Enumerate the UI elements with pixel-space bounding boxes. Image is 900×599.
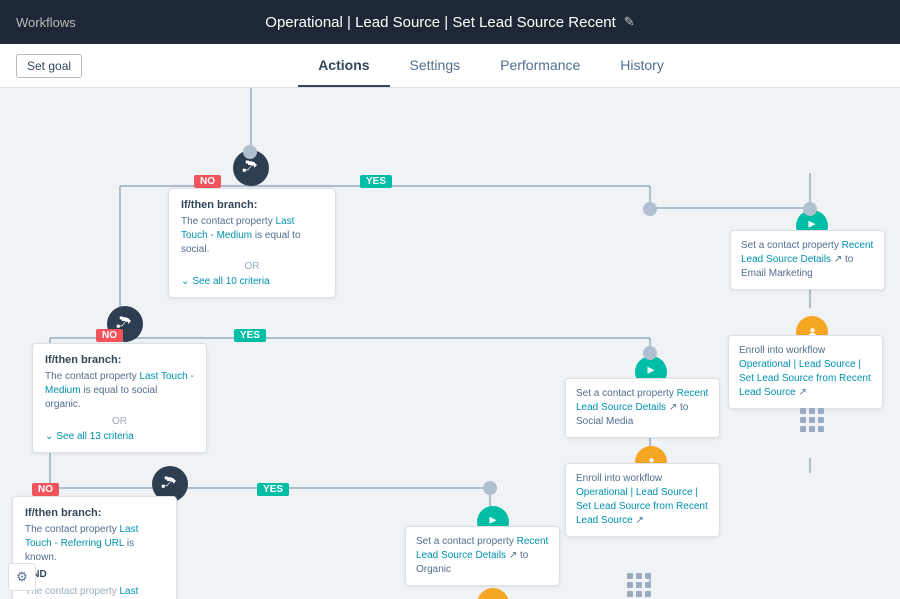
- workflows-back-link[interactable]: Workflows: [16, 15, 76, 30]
- enroll-social-media-text: Enroll into workflow Operational | Lead …: [576, 473, 708, 526]
- branch3-body: The contact property Last Touch - Referr…: [25, 523, 164, 565]
- branch1-no-badge: NO: [194, 175, 221, 188]
- connector-organic: [483, 481, 497, 495]
- set-goal-button[interactable]: Set goal: [16, 54, 82, 78]
- action-email-card[interactable]: Set a contact property Recent Lead Sourc…: [730, 230, 885, 290]
- enroll-email-card[interactable]: Enroll into workflow Operational | Lead …: [728, 335, 883, 409]
- enroll-email-text: Enroll into workflow Operational | Lead …: [739, 345, 871, 398]
- branch2-see-all[interactable]: ⌄ See all 13 criteria: [45, 431, 194, 442]
- branch1-card[interactable]: If/then branch: The contact property Las…: [168, 188, 336, 298]
- branch1-body: The contact property Last Touch - Medium…: [181, 215, 323, 257]
- edit-title-icon[interactable]: ✎: [624, 14, 635, 30]
- tab-performance[interactable]: Performance: [480, 45, 600, 87]
- branch3-card[interactable]: If/then branch: The contact property Las…: [12, 496, 177, 599]
- branch2-no-badge: NO: [96, 329, 123, 342]
- workflow-canvas: If/then branch: The contact property Las…: [0, 88, 900, 599]
- action-email-text: Set a contact property Recent Lead Sourc…: [741, 240, 873, 279]
- connector-top-branch1: [243, 145, 257, 159]
- branch3-body2: The contact property Last Touch - Referr…: [25, 585, 164, 599]
- tab-actions[interactable]: Actions: [298, 45, 389, 87]
- branch1-or: OR: [181, 261, 323, 272]
- branch2-body: The contact property Last Touch - Medium…: [45, 370, 194, 412]
- branch2-yes-badge: YES: [234, 329, 266, 342]
- top-bar: Workflows Operational | Lead Source | Se…: [0, 0, 900, 44]
- branch3-yes-badge: YES: [257, 483, 289, 496]
- gear-button[interactable]: ⚙: [8, 563, 36, 591]
- tab-bar: Set goal Actions Settings Performance Hi…: [0, 44, 900, 88]
- connector-right-top: [643, 202, 657, 216]
- enroll-social-media-card[interactable]: Enroll into workflow Operational | Lead …: [565, 463, 720, 537]
- action-social-media-card[interactable]: Set a contact property Recent Lead Sourc…: [565, 378, 720, 438]
- connector-circle-1: [243, 145, 257, 159]
- branch1-yes-badge: YES: [360, 175, 392, 188]
- connector-email: [803, 202, 817, 216]
- branch1-see-all[interactable]: ⌄ See all 10 criteria: [181, 276, 323, 287]
- enroll-organic-icon: [477, 588, 509, 599]
- tabs: Actions Settings Performance History: [98, 45, 884, 86]
- branch3-and: AND: [25, 568, 164, 582]
- action-organic-text: Set a contact property Recent Lead Sourc…: [416, 536, 548, 575]
- action-social-media-text: Set a contact property Recent Lead Sourc…: [576, 388, 708, 427]
- enroll-organic-circle[interactable]: [477, 588, 509, 599]
- branch1-title: If/then branch:: [181, 199, 323, 211]
- dot-grid-social: [627, 573, 651, 597]
- action-organic-card[interactable]: Set a contact property Recent Lead Sourc…: [405, 526, 560, 586]
- branch2-title: If/then branch:: [45, 354, 194, 366]
- tab-history[interactable]: History: [600, 45, 684, 87]
- branch3-no-badge: NO: [32, 483, 59, 496]
- page-title: Operational | Lead Source | Set Lead Sou…: [265, 14, 634, 31]
- dot-grid-email: [800, 408, 824, 432]
- branch2-card[interactable]: If/then branch: The contact property Las…: [32, 343, 207, 453]
- tab-settings[interactable]: Settings: [390, 45, 481, 87]
- branch3-title: If/then branch:: [25, 507, 164, 519]
- branch2-or: OR: [45, 416, 194, 427]
- connector-social: [643, 346, 657, 360]
- bottom-toolbar: ⚙: [8, 563, 36, 591]
